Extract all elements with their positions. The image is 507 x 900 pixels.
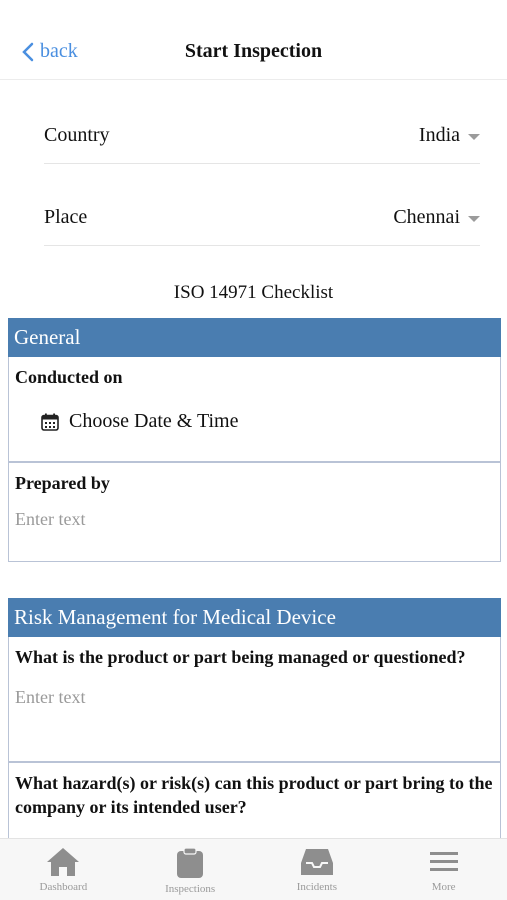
tab-label: Dashboard <box>39 881 88 893</box>
tab-incidents[interactable]: Incidents <box>254 839 381 900</box>
country-select[interactable]: India <box>419 124 480 147</box>
inbox-icon <box>300 849 333 875</box>
date-placeholder: Choose Date & Time <box>69 410 239 432</box>
place-row: Place Chennai <box>44 190 480 246</box>
tab-label: Inspections <box>165 883 216 895</box>
section-risk-management: Risk Management for Medical Device What … <box>8 598 501 852</box>
place-select[interactable]: Chennai <box>393 206 480 229</box>
country-value: India <box>418 124 460 146</box>
home-icon <box>47 848 80 876</box>
bottom-tab-bar: Dashboard Inspections Incidents More <box>0 838 507 900</box>
product-question-input[interactable]: Enter text <box>9 687 500 708</box>
place-value: Chennai <box>393 206 460 228</box>
country-row: Country India <box>44 108 480 164</box>
tab-dashboard[interactable]: Dashboard <box>0 839 127 900</box>
dropdown-caret-icon <box>468 215 480 222</box>
product-question-field: What is the product or part being manage… <box>8 637 501 762</box>
prepared-by-input[interactable]: Enter text <box>9 509 500 530</box>
tab-label: More <box>431 881 456 893</box>
prepared-by-label: Prepared by <box>15 473 110 493</box>
hazard-question-label: What hazard(s) or risk(s) can this produ… <box>15 773 493 817</box>
nav-header: back Start Inspection <box>0 0 507 80</box>
product-question-label: What is the product or part being manage… <box>15 647 466 667</box>
section-header: Risk Management for Medical Device <box>8 598 501 637</box>
prepared-by-field: Prepared by Enter text <box>8 462 501 562</box>
tab-inspections[interactable]: Inspections <box>127 839 254 900</box>
menu-icon <box>429 852 458 871</box>
tab-label: Incidents <box>296 881 338 893</box>
tab-more[interactable]: More <box>380 839 507 900</box>
conducted-on-label: Conducted on <box>15 367 123 387</box>
section-general: General Conducted on Choose Date & Time … <box>8 318 501 562</box>
place-label: Place <box>44 206 88 228</box>
dropdown-caret-icon <box>468 133 480 140</box>
date-time-picker[interactable]: Choose Date & Time <box>9 410 500 433</box>
conducted-on-field: Conducted on Choose Date & Time <box>8 357 501 462</box>
clipboard-icon <box>177 847 204 878</box>
section-header: General <box>8 318 501 357</box>
checklist-title: ISO 14971 Checklist <box>173 282 334 303</box>
calendar-icon <box>41 413 59 431</box>
page-title: Start Inspection <box>184 40 323 62</box>
country-label: Country <box>44 124 110 146</box>
